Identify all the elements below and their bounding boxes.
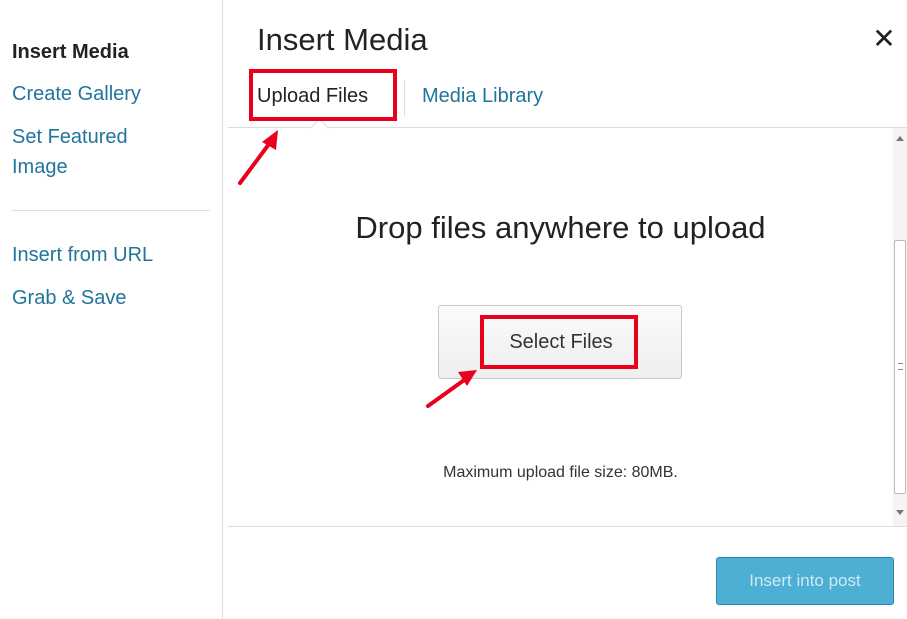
sidebar-item-create-gallery[interactable]: Create Gallery	[12, 80, 141, 108]
scroll-down-arrow-icon[interactable]	[896, 510, 904, 515]
modal-footer: Insert into post	[228, 526, 907, 619]
insert-into-post-button[interactable]: Insert into post	[716, 557, 894, 605]
upload-drop-area[interactable]: Drop files anywhere to upload Select Fil…	[228, 128, 893, 526]
scroll-grip-icon	[898, 363, 903, 370]
sidebar-item-insert-from-url[interactable]: Insert from URL	[12, 241, 153, 269]
modal-title: Insert Media	[257, 22, 428, 57]
scroll-up-arrow-icon[interactable]	[896, 136, 904, 141]
select-files-button[interactable]: Select Files	[438, 305, 682, 379]
media-sidebar: Insert Media Create Gallery Set Featured…	[0, 0, 223, 619]
sidebar-item-grab-save[interactable]: Grab & Save	[12, 284, 127, 312]
sidebar-divider	[12, 210, 210, 211]
tab-media-library[interactable]: Media Library	[422, 82, 543, 110]
content-scrollbar[interactable]	[893, 128, 907, 526]
close-icon[interactable]: ✕	[869, 24, 899, 54]
drop-files-text: Drop files anywhere to upload	[355, 210, 766, 245]
sidebar-item-set-featured-image[interactable]: Image	[12, 153, 68, 181]
max-upload-size-text: Maximum upload file size: 80MB.	[443, 464, 678, 481]
tab-upload-files[interactable]: Upload Files	[257, 82, 368, 110]
select-files-label: Select Files	[509, 331, 613, 353]
media-modal: Insert Media Create Gallery Set Featured…	[0, 0, 907, 619]
scroll-thumb[interactable]	[894, 240, 906, 494]
sidebar-item-set-featured[interactable]: Set Featured	[12, 123, 128, 151]
media-main: Insert Media ✕ Upload Files Media Librar…	[228, 0, 907, 619]
sidebar-item-insert-media[interactable]: Insert Media	[12, 38, 129, 66]
tab-divider	[404, 80, 405, 116]
